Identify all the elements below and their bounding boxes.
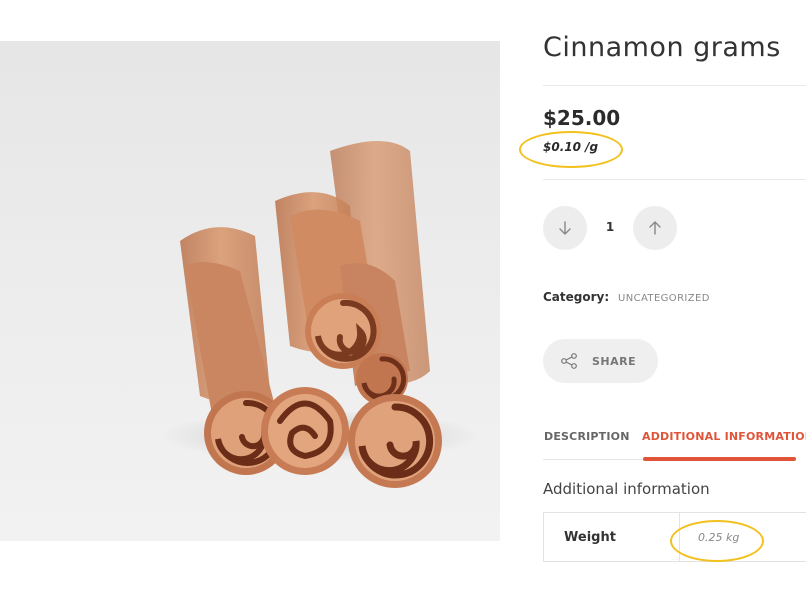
quantity-value[interactable]: 1 (600, 220, 620, 234)
tab-description[interactable]: DESCRIPTION (544, 430, 630, 443)
divider (543, 85, 806, 86)
category-link[interactable]: UNCATEGORIZED (618, 293, 710, 304)
product-price: $25.00 (543, 106, 621, 130)
share-label: SHARE (592, 354, 637, 368)
share-button[interactable]: SHARE (543, 339, 658, 383)
tabs-divider (543, 459, 643, 460)
stick-end-center (261, 387, 349, 475)
quantity-increase-button[interactable] (633, 206, 677, 250)
product-image (0, 41, 500, 541)
stick-end-right (348, 394, 442, 488)
product-tabs: DESCRIPTION ADDITIONAL INFORMATION (543, 424, 806, 462)
product-title: Cinnamon grams (543, 32, 781, 63)
share-icon (560, 352, 578, 370)
weight-value: 0.25 kg (698, 531, 740, 544)
category-label: Category: (543, 290, 610, 304)
divider (543, 179, 806, 180)
attributes-table: Weight 0.25 kg (543, 512, 806, 562)
unit-price: $0.10 /g (543, 140, 599, 154)
quantity-decrease-button[interactable] (543, 206, 587, 250)
arrow-up-icon (649, 221, 661, 235)
attribute-label-cell: Weight (544, 513, 680, 561)
arrow-down-icon (559, 221, 571, 235)
product-category: Category: UNCATEGORIZED (543, 290, 710, 304)
weight-label: Weight (564, 529, 616, 545)
additional-information-heading: Additional information (543, 480, 710, 498)
tab-additional-information[interactable]: ADDITIONAL INFORMATION (642, 430, 806, 443)
cinnamon-sticks-image (160, 141, 480, 488)
active-tab-indicator (643, 457, 796, 461)
